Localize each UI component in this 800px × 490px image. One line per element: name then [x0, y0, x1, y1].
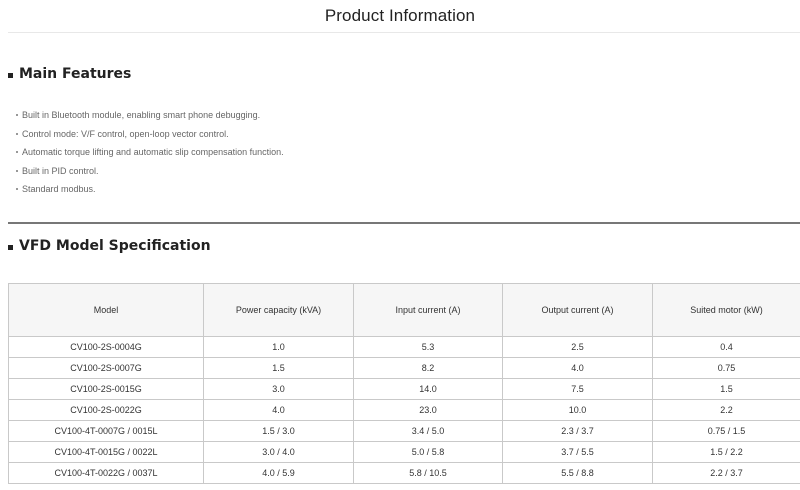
column-header-suited-motor: Suited motor (kW) — [652, 283, 800, 337]
feature-item: Built in Bluetooth module, enabling smar… — [16, 106, 284, 125]
cell-model: CV100-2S-0004G — [8, 336, 204, 358]
cell-suited-motor: 2.2 / 3.7 — [652, 462, 800, 484]
column-header-input-current: Input current (A) — [353, 283, 503, 337]
square-bullet-icon — [8, 244, 13, 250]
main-features-heading: Main Features — [8, 66, 131, 82]
feature-text: Automatic torque lifting and automatic s… — [22, 147, 284, 157]
cell-suited-motor: 0.75 — [652, 357, 800, 379]
cell-model: CV100-4T-0022G / 0037L — [8, 462, 204, 484]
cell-output-current: 5.5 / 8.8 — [502, 462, 653, 484]
bullet-dot-icon — [16, 151, 18, 154]
spec-heading-text: VFD Model Specification — [19, 238, 211, 254]
cell-output-current: 10.0 — [502, 399, 653, 421]
cell-input-current: 3.4 / 5.0 — [353, 420, 503, 442]
column-header-power-capacity: Power capacity (kVA) — [203, 283, 354, 337]
spec-heading: VFD Model Specification — [8, 238, 211, 254]
table-row: CV100-4T-0015G / 0022L 3.0 / 4.0 5.0 / 5… — [8, 441, 800, 463]
main-features-heading-text: Main Features — [19, 66, 132, 82]
feature-text: Control mode: V/F control, open-loop vec… — [22, 128, 229, 139]
spec-table: Model Power capacity (kVA) Input current… — [8, 283, 800, 484]
features-list: Built in Bluetooth module, enabling smar… — [16, 106, 284, 199]
feature-text: Standard modbus. — [22, 184, 96, 194]
column-header-model: Model — [8, 283, 204, 337]
bullet-dot-icon — [16, 114, 18, 117]
table-row: CV100-2S-0004G 1.0 5.3 2.5 0.4 — [8, 336, 800, 358]
cell-power-capacity: 1.5 — [203, 357, 354, 379]
cell-model: CV100-2S-0007G — [8, 357, 204, 379]
cell-model: CV100-4T-0007G / 0015L — [8, 420, 204, 442]
cell-power-capacity: 3.0 — [203, 378, 354, 400]
cell-suited-motor: 1.5 / 2.2 — [652, 441, 800, 463]
cell-power-capacity: 4.0 — [203, 399, 354, 421]
page-title: Product Information — [324, 6, 476, 25]
cell-output-current: 3.7 / 5.5 — [502, 441, 653, 463]
bullet-dot-icon — [16, 188, 18, 191]
cell-input-current: 14.0 — [353, 378, 503, 400]
bullet-dot-icon — [16, 169, 18, 172]
cell-suited-motor: 2.2 — [652, 399, 800, 421]
cell-output-current: 7.5 — [502, 378, 653, 400]
cell-power-capacity: 1.0 — [203, 336, 354, 358]
table-row: CV100-2S-0015G 3.0 14.0 7.5 1.5 — [8, 378, 800, 400]
feature-item: Standard modbus. — [16, 180, 284, 199]
table-row: CV100-4T-0022G / 0037L 4.0 / 5.9 5.8 / 1… — [8, 462, 800, 484]
cell-power-capacity: 4.0 / 5.9 — [203, 462, 354, 484]
feature-item: Control mode: V/F control, open-loop vec… — [16, 125, 284, 144]
title-divider — [8, 32, 800, 33]
feature-text: Built in PID control. — [22, 165, 99, 176]
column-header-output-current: Output current (A) — [502, 283, 653, 337]
cell-model: CV100-2S-0015G — [8, 378, 204, 400]
cell-model: CV100-2S-0022G — [8, 399, 204, 421]
bullet-dot-icon — [16, 132, 18, 135]
square-bullet-icon — [8, 72, 13, 78]
table-row: CV100-2S-0022G 4.0 23.0 10.0 2.2 — [8, 399, 800, 421]
feature-text: Built in Bluetooth module, enabling smar… — [22, 110, 261, 120]
cell-input-current: 8.2 — [353, 357, 503, 379]
table-header-row: Model Power capacity (kVA) Input current… — [8, 283, 800, 337]
cell-input-current: 23.0 — [353, 399, 503, 421]
cell-model: CV100-4T-0015G / 0022L — [8, 441, 204, 463]
feature-item: Built in PID control. — [16, 162, 284, 181]
cell-output-current: 2.5 — [502, 336, 653, 358]
cell-input-current: 5.3 — [353, 336, 503, 358]
cell-suited-motor: 0.4 — [652, 336, 800, 358]
cell-power-capacity: 1.5 / 3.0 — [203, 420, 354, 442]
cell-suited-motor: 1.5 — [652, 378, 800, 400]
cell-input-current: 5.0 / 5.8 — [353, 441, 503, 463]
cell-suited-motor: 0.75 / 1.5 — [652, 420, 800, 442]
feature-item: Automatic torque lifting and automatic s… — [16, 143, 284, 162]
section-divider — [8, 222, 800, 224]
table-row: CV100-2S-0007G 1.5 8.2 4.0 0.75 — [8, 357, 800, 379]
cell-output-current: 4.0 — [502, 357, 653, 379]
table-row: CV100-4T-0007G / 0015L 1.5 / 3.0 3.4 / 5… — [8, 420, 800, 442]
cell-input-current: 5.8 / 10.5 — [353, 462, 503, 484]
cell-power-capacity: 3.0 / 4.0 — [203, 441, 354, 463]
cell-output-current: 2.3 / 3.7 — [502, 420, 653, 442]
